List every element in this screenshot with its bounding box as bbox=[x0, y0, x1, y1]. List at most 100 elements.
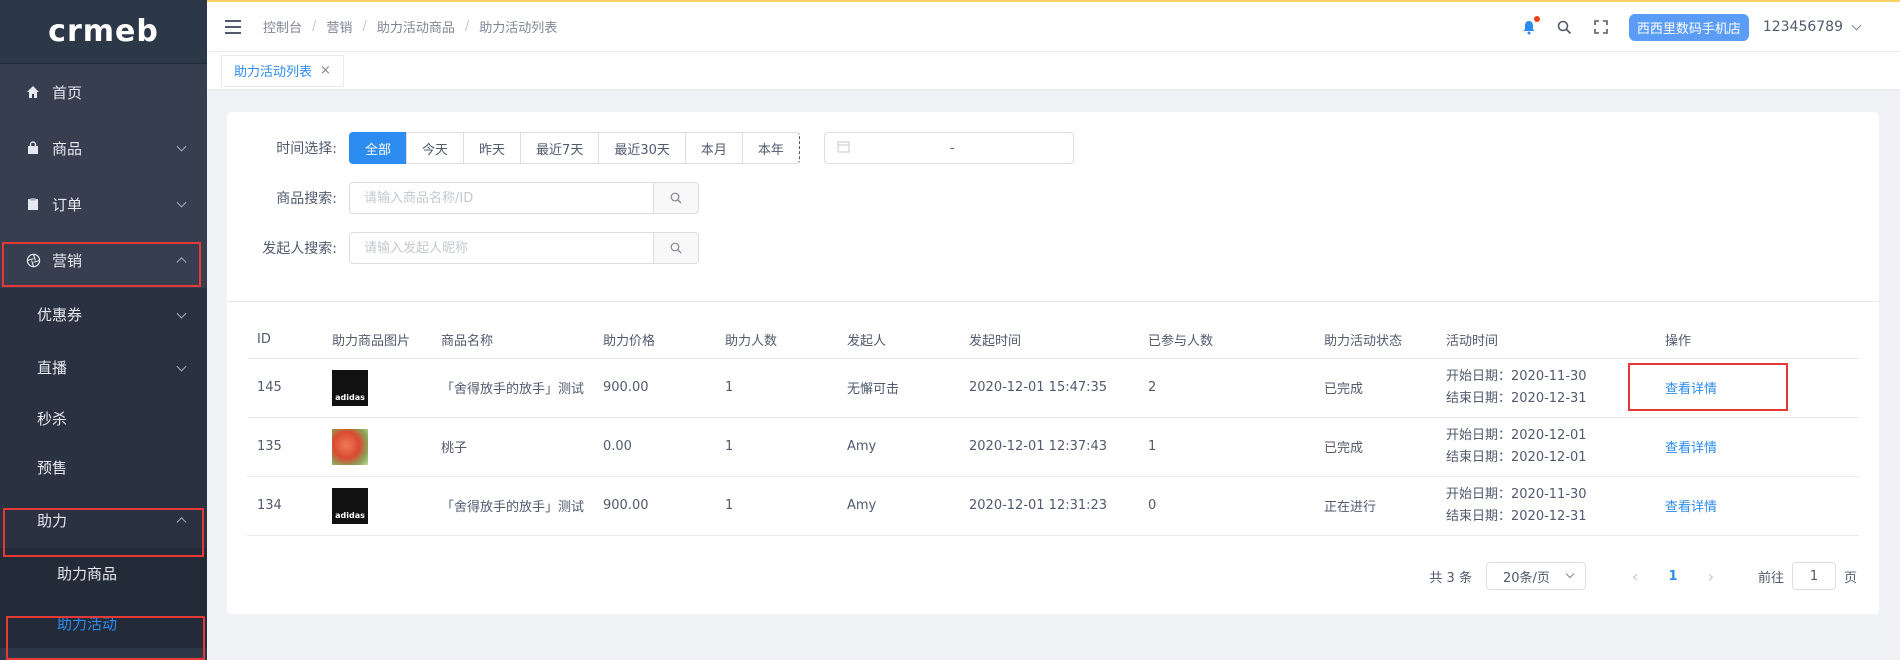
cell-count: 1 bbox=[715, 358, 837, 418]
notification-dot bbox=[1533, 16, 1540, 22]
chevron-down-icon[interactable] bbox=[1851, 20, 1862, 30]
sidebar-item-label: 订单 bbox=[52, 195, 83, 214]
date-range-picker[interactable]: - bbox=[823, 132, 1074, 164]
initiator-search-button[interactable] bbox=[653, 232, 699, 264]
breadcrumb-item[interactable]: 控制台 bbox=[263, 17, 302, 36]
sidebar-item-presale[interactable]: 预售 bbox=[0, 442, 207, 492]
cell-period: 开始日期：2020-12-01 结束日期：2020-12-01 bbox=[1436, 417, 1655, 477]
page-size-select[interactable]: 20条/页 bbox=[1485, 562, 1586, 590]
table-row: 134 adidas 「舍得放手的放手」测试 900.00 1 Amy 2020… bbox=[247, 476, 1859, 536]
time-option-all[interactable]: 全部 bbox=[349, 132, 408, 164]
fullscreen-icon[interactable] bbox=[1593, 19, 1609, 35]
initiator-search-input[interactable] bbox=[349, 232, 653, 264]
chevron-up-icon bbox=[176, 257, 187, 268]
cell-status: 已完成 bbox=[1314, 358, 1436, 418]
product-search-row: 商品搜索: bbox=[227, 182, 1879, 214]
product-search bbox=[349, 182, 699, 214]
product-thumbnail[interactable] bbox=[332, 428, 368, 465]
sidebar-item-assist-products[interactable]: 助力商品 bbox=[0, 548, 207, 598]
time-option-month[interactable]: 本月 bbox=[684, 132, 743, 164]
filter-panel: 时间选择: 全部 今天 昨天 最近7天 最近30天 本月 本年 - 商品搜索: bbox=[227, 112, 1879, 302]
view-details-link[interactable]: 查看详情 bbox=[1665, 382, 1717, 397]
view-details-link[interactable]: 查看详情 bbox=[1665, 500, 1717, 515]
breadcrumb-item: 助力活动列表 bbox=[479, 21, 558, 36]
tabs-bar: 助力活动列表 × bbox=[207, 52, 1900, 90]
breadcrumb-item[interactable]: 营销 bbox=[326, 17, 352, 36]
assist-submenu: 助力商品 助力活动 bbox=[0, 548, 207, 648]
prev-page-button[interactable]: ‹ bbox=[1620, 562, 1650, 590]
pagination: 共 3 条 20条/页 ‹ 1 › 前往 1 页 bbox=[1429, 562, 1857, 590]
page-size-value: 20条/页 bbox=[1502, 570, 1550, 586]
goto-input[interactable]: 1 bbox=[1791, 562, 1836, 590]
cell-name: 「舍得放手的放手」测试 bbox=[431, 358, 593, 418]
marketing-submenu: 优惠券 直播 秒杀 预售 助力 助力商品 助力活动 bbox=[0, 288, 207, 648]
sidebar-item-live[interactable]: 直播 bbox=[0, 341, 207, 394]
col-action: 操作 bbox=[1655, 322, 1859, 359]
cell-joined: 2 bbox=[1138, 358, 1314, 418]
cell-initiator: Amy bbox=[837, 417, 959, 477]
product-search-input[interactable] bbox=[349, 182, 653, 214]
home-icon bbox=[24, 83, 42, 101]
sidebar-item-assist-activities[interactable]: 助力活动 bbox=[0, 598, 207, 648]
cell-count: 1 bbox=[715, 417, 837, 477]
sidebar-item-label: 助力商品 bbox=[57, 564, 118, 583]
tab-assist-activity-list[interactable]: 助力活动列表 × bbox=[221, 54, 344, 87]
cell-action: 查看详情 bbox=[1655, 476, 1859, 536]
sidebar-item-home[interactable]: 首页 bbox=[0, 64, 207, 120]
menu-fold-icon[interactable] bbox=[225, 19, 241, 34]
cell-name: 桃子 bbox=[431, 417, 593, 477]
user-name[interactable]: 123456789 bbox=[1763, 19, 1843, 35]
breadcrumb-item[interactable]: 助力活动商品 bbox=[377, 17, 455, 36]
search-icon[interactable] bbox=[1557, 19, 1573, 35]
chevron-down-icon bbox=[176, 361, 187, 372]
sidebar-item-flash-sale[interactable]: 秒杀 bbox=[0, 394, 207, 442]
cell-id: 145 bbox=[247, 358, 322, 418]
sidebar-item-label: 秒杀 bbox=[37, 409, 68, 428]
cell-price: 0.00 bbox=[593, 417, 715, 477]
sidebar-item-assist[interactable]: 助力 bbox=[0, 492, 207, 548]
breadcrumb-separator: / bbox=[362, 19, 367, 34]
sidebar-item-label: 优惠券 bbox=[37, 306, 83, 324]
chevron-down-icon bbox=[176, 141, 187, 152]
product-thumbnail[interactable]: adidas bbox=[332, 487, 368, 524]
end-date: 结束日期：2020-12-31 bbox=[1446, 508, 1587, 524]
tab-label: 助力活动列表 bbox=[234, 65, 313, 80]
time-option-today[interactable]: 今天 bbox=[406, 132, 465, 164]
sidebar-item-products[interactable]: 商品 bbox=[0, 120, 207, 176]
sidebar-item-orders[interactable]: 订单 bbox=[0, 176, 207, 232]
cell-status: 正在进行 bbox=[1314, 476, 1436, 536]
col-joined: 已参与人数 bbox=[1138, 322, 1314, 359]
col-status: 助力活动状态 bbox=[1314, 322, 1436, 359]
cell-id: 134 bbox=[247, 476, 322, 536]
cell-id: 135 bbox=[247, 417, 322, 477]
time-option-7days[interactable]: 最近7天 bbox=[520, 132, 600, 164]
logo[interactable]: crmeb bbox=[0, 0, 207, 64]
time-option-30days[interactable]: 最近30天 bbox=[598, 132, 686, 164]
breadcrumb-separator: / bbox=[464, 19, 470, 34]
table-row: 145 adidas 「舍得放手的放手」测试 900.00 1 无懈可击 202… bbox=[247, 358, 1859, 418]
view-details-link[interactable]: 查看详情 bbox=[1665, 441, 1717, 456]
cell-time: 2020-12-01 15:47:35 bbox=[959, 358, 1138, 418]
shop-tag[interactable]: 西西里数码手机店 bbox=[1628, 13, 1749, 41]
time-option-yesterday[interactable]: 昨天 bbox=[463, 132, 522, 164]
cell-time: 2020-12-01 12:37:43 bbox=[959, 417, 1138, 477]
cell-name: 「舍得放手的放手」测试 bbox=[431, 476, 593, 536]
cell-count: 1 bbox=[715, 476, 837, 536]
product-thumbnail[interactable]: adidas bbox=[332, 369, 368, 406]
cell-period: 开始日期：2020-11-30 结束日期：2020-12-31 bbox=[1436, 476, 1655, 536]
cell-action: 查看详情 bbox=[1655, 417, 1859, 477]
close-icon[interactable]: × bbox=[320, 63, 331, 78]
product-search-button[interactable] bbox=[653, 182, 699, 214]
sidebar-item-coupons[interactable]: 优惠券 bbox=[0, 288, 207, 341]
time-option-year[interactable]: 本年 bbox=[741, 132, 800, 164]
cell-price: 900.00 bbox=[593, 358, 715, 418]
bell-icon[interactable] bbox=[1521, 16, 1540, 35]
chevron-down-icon bbox=[176, 308, 187, 319]
cell-period: 开始日期：2020-11-30 结束日期：2020-12-31 bbox=[1436, 358, 1655, 418]
sidebar-item-marketing[interactable]: 营销 bbox=[0, 232, 207, 288]
sidebar-item-label: 预售 bbox=[37, 458, 68, 477]
next-page-button[interactable]: › bbox=[1696, 562, 1726, 590]
page-number[interactable]: 1 bbox=[1658, 562, 1688, 590]
cell-image: adidas bbox=[322, 476, 431, 536]
end-date: 结束日期：2020-12-31 bbox=[1446, 390, 1587, 406]
